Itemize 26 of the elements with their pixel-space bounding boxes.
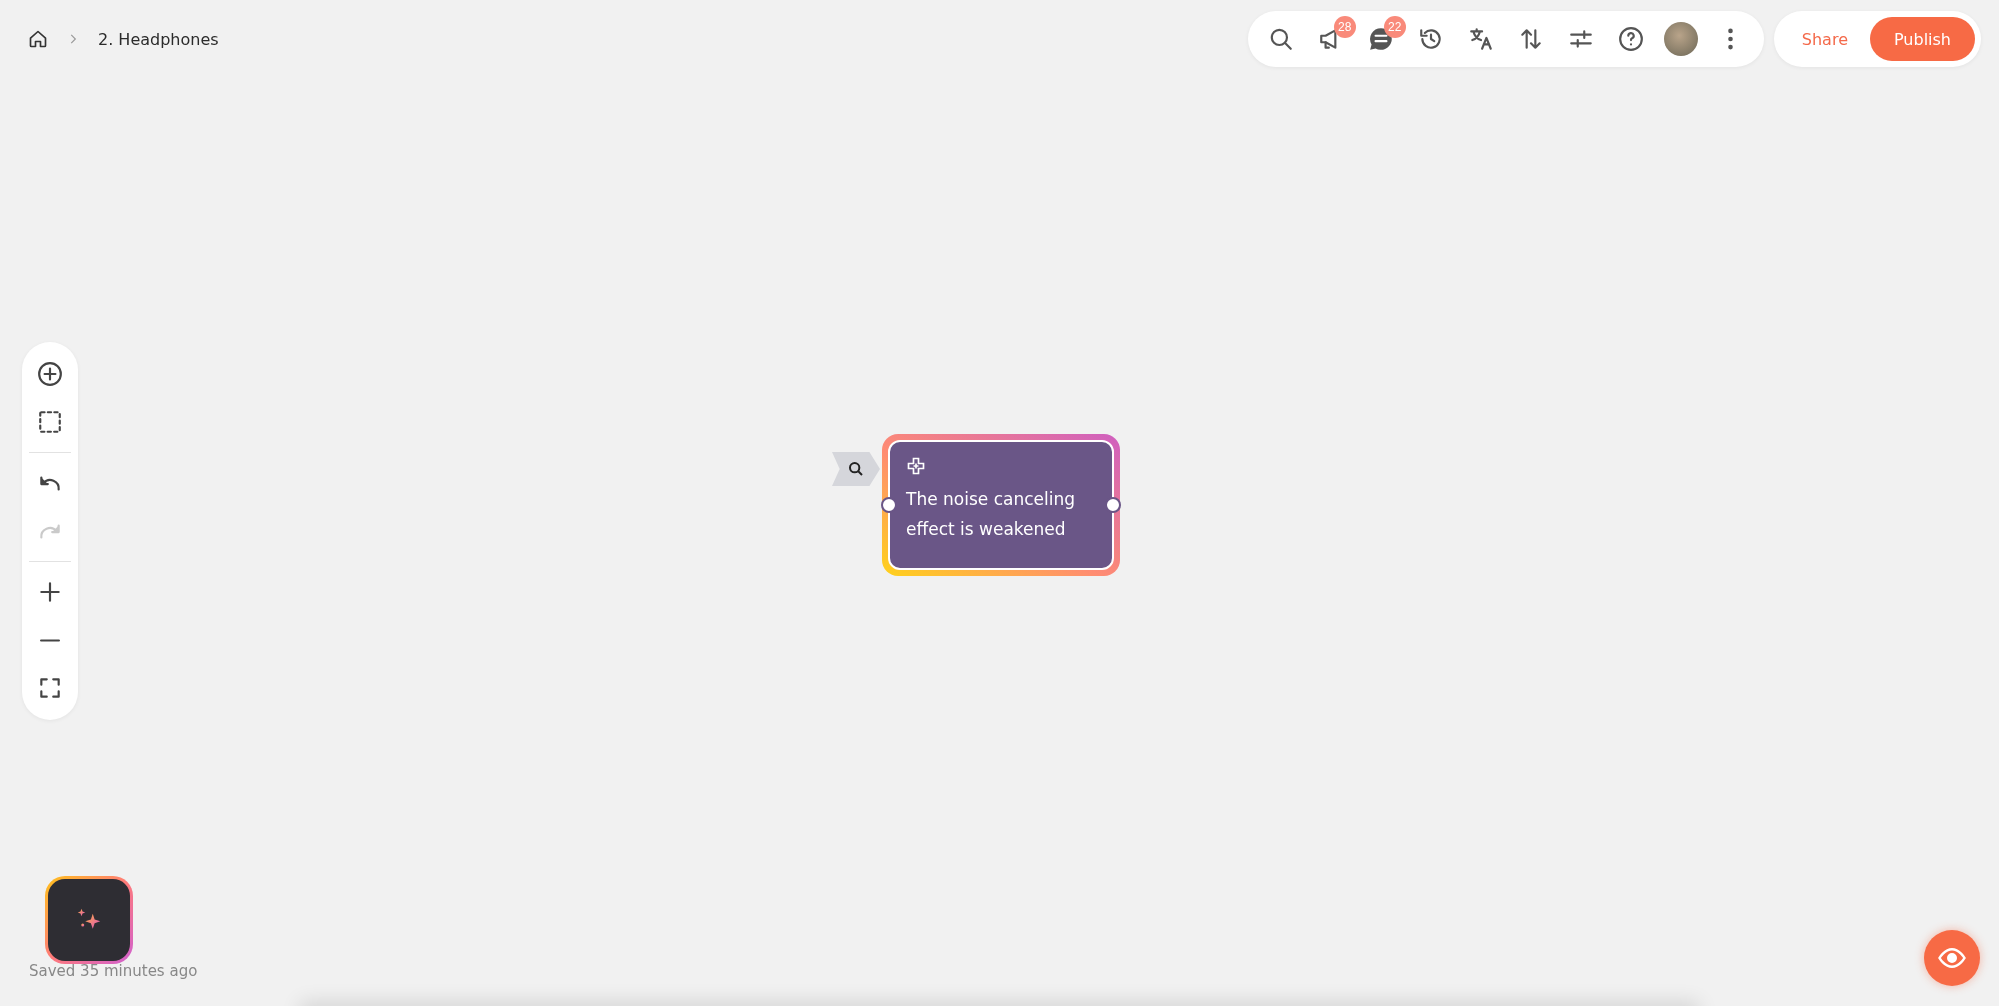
avatar-photo-placeholder [1663, 22, 1698, 56]
dashed-square-icon [37, 409, 63, 435]
search-icon [848, 461, 864, 477]
history-icon [1417, 26, 1444, 52]
connection-port[interactable] [881, 497, 897, 513]
preview-button[interactable] [1924, 930, 1980, 986]
count-badge: 28 [1333, 16, 1356, 38]
node-text: The noise canceling effect is weakened [906, 488, 1076, 541]
more-icon [1728, 28, 1734, 50]
zoom-in-icon [37, 579, 63, 605]
node-card[interactable]: The noise canceling effect is weakened [888, 440, 1114, 570]
zoom-out-icon [40, 638, 60, 642]
breadcrumb-item[interactable]: 2. Headphones [98, 29, 219, 49]
ai-button[interactable] [45, 876, 133, 964]
connection-port[interactable] [1105, 497, 1121, 513]
publish-button[interactable]: Publish [1869, 17, 1975, 61]
home-icon[interactable] [28, 29, 48, 49]
save-status: Saved 35 minutes ago [29, 962, 198, 980]
cross-shape-icon [906, 456, 926, 476]
help-icon [1617, 26, 1644, 52]
share-button[interactable]: Share [1779, 17, 1870, 61]
plus-circle-icon [37, 361, 63, 387]
translate-icon [1467, 26, 1494, 52]
count-badge: 22 [1383, 16, 1406, 38]
fit-screen-icon [37, 675, 63, 701]
search-tag[interactable] [832, 452, 880, 486]
